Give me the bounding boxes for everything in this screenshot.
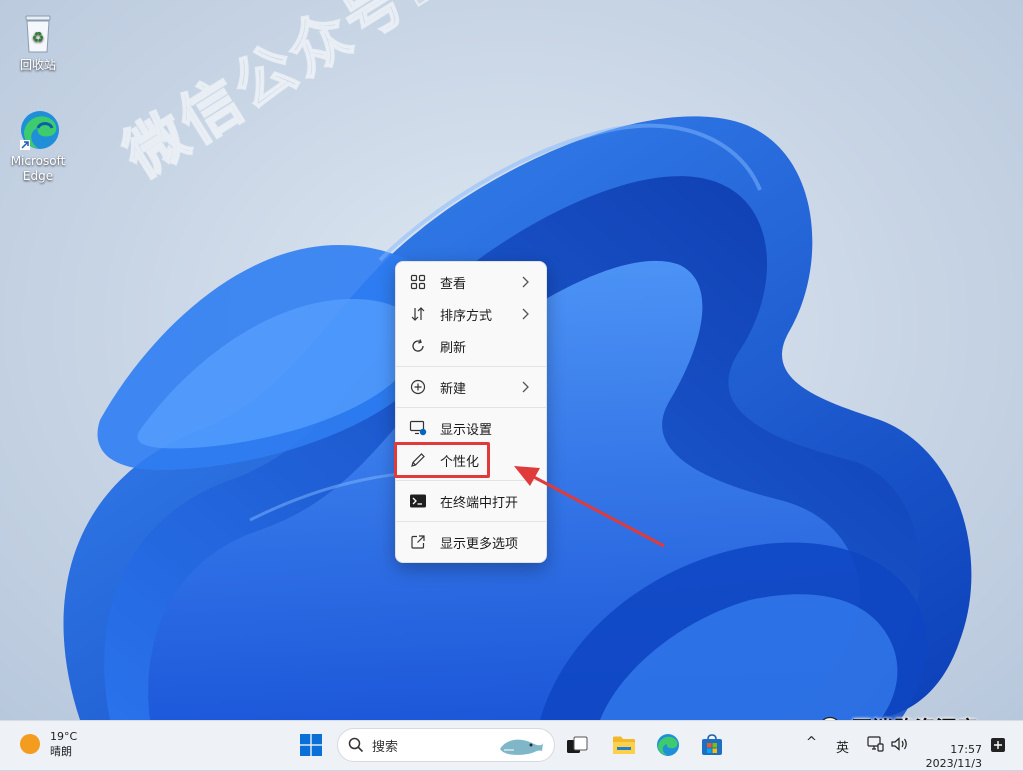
tray-overflow-button[interactable]: ^ [806,735,817,750]
weather-condition: 晴朗 [50,745,72,758]
notification-icon [991,738,1005,752]
taskbar-search[interactable]: 搜索 [337,728,555,762]
annotation-arrow [514,466,665,548]
edge-taskbar-button[interactable] [654,731,682,759]
clock-time: 17:57 [950,743,982,756]
store-button[interactable] [698,731,726,759]
search-highlight-icon [500,739,543,755]
search-placeholder: 搜索 [372,739,399,755]
clock[interactable]: 17:57 2023/11/3 [922,743,982,771]
desktop[interactable]: 微信公众号: 不迷路资源库 ♻ 回收站 Microsoft Edge [0,0,1023,720]
folder-icon [613,736,635,754]
windows-logo-icon [300,734,322,756]
weather-temp: 19°C [50,730,78,743]
network-button[interactable] [866,735,884,757]
sun-icon [20,734,40,754]
ime-indicator[interactable]: 英 [836,737,849,756]
file-explorer-button[interactable] [610,731,638,759]
speaker-icon [891,737,907,751]
task-view-icon [567,736,588,753]
store-icon [702,734,722,755]
network-icon [867,736,884,752]
taskbar: 19°C 晴朗 搜索 ^ 英 17:57 2023/11/3 [0,720,1023,770]
edge-icon [657,734,679,756]
chevron-up-icon: ^ [806,735,817,750]
volume-button[interactable] [890,735,910,757]
ime-label: 英 [836,741,850,756]
weather-widget[interactable]: 19°C 晴朗 [20,729,77,759]
start-button[interactable] [297,731,325,759]
notification-button[interactable] [990,737,1006,757]
task-view-button[interactable] [563,731,591,759]
search-icon [348,737,364,753]
